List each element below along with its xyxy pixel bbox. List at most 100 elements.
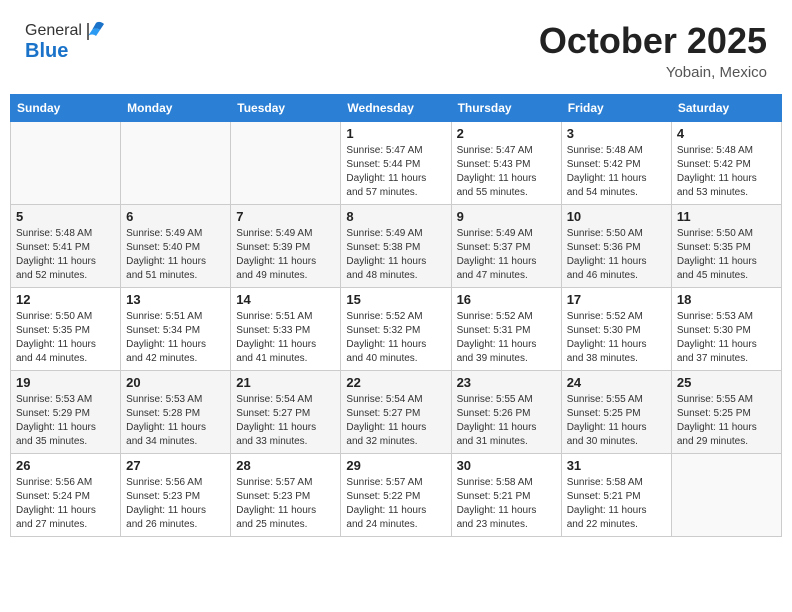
day-number: 30 [457,458,556,473]
calendar-day-cell [11,122,121,205]
calendar-day-cell: 7 Sunrise: 5:49 AM Sunset: 5:39 PM Daylig… [231,205,341,288]
calendar-week-row: 26 Sunrise: 5:56 AM Sunset: 5:24 PM Dayli… [11,454,782,537]
calendar-day-cell: 2Sunrise: 5:47 AM Sunset: 5:43 PM Daylig… [451,122,561,205]
logo-general: General [25,22,82,40]
calendar-day-cell [121,122,231,205]
month-title: October 2025 [539,20,767,62]
calendar-day-cell: 1 Sunrise: 5:47 AM Sunset: 5:44 PM Daylig… [341,122,451,205]
weekday-header: Wednesday [341,95,451,122]
location: Yobain, Mexico [539,64,767,81]
day-info: Sunrise: 5:47 AM Sunset: 5:43 PM Dayligh… [457,144,556,200]
calendar-table: SundayMondayTuesdayWednesdayThursdayFrid… [10,94,782,537]
day-number: 24 [567,375,666,390]
calendar-day-cell: 25 Sunrise: 5:55 AM Sunset: 5:25 PM Dayli… [671,371,781,454]
day-info: Sunrise: 5:50 AM Sunset: 5:36 PM Dayligh… [567,227,666,283]
calendar-day-cell: 4 Sunrise: 5:48 AM Sunset: 5:42 PM Daylig… [671,122,781,205]
day-info: Sunrise: 5:51 AM Sunset: 5:34 PM Dayligh… [126,310,225,366]
calendar-day-cell: 22Sunrise: 5:54 AM Sunset: 5:27 PM Dayli… [341,371,451,454]
calendar-day-cell: 23 Sunrise: 5:55 AM Sunset: 5:26 PM Dayli… [451,371,561,454]
calendar-day-cell: 19 Sunrise: 5:53 AM Sunset: 5:29 PM Dayli… [11,371,121,454]
day-info: Sunrise: 5:52 AM Sunset: 5:31 PM Dayligh… [457,310,556,366]
day-info: Sunrise: 5:49 AM Sunset: 5:37 PM Dayligh… [457,227,556,283]
day-number: 1 [346,126,445,141]
calendar-day-cell: 6 Sunrise: 5:49 AM Sunset: 5:40 PM Daylig… [121,205,231,288]
day-info: Sunrise: 5:48 AM Sunset: 5:42 PM Dayligh… [567,144,666,200]
calendar-day-cell: 30 Sunrise: 5:58 AM Sunset: 5:21 PM Dayli… [451,454,561,537]
day-info: Sunrise: 5:53 AM Sunset: 5:29 PM Dayligh… [16,393,115,449]
logo: General Blue [25,20,106,63]
day-number: 18 [677,292,776,307]
day-info: Sunrise: 5:51 AM Sunset: 5:33 PM Dayligh… [236,310,335,366]
calendar-day-cell: 16 Sunrise: 5:52 AM Sunset: 5:31 PM Dayli… [451,288,561,371]
weekday-header: Monday [121,95,231,122]
day-info: Sunrise: 5:53 AM Sunset: 5:30 PM Dayligh… [677,310,776,366]
day-number: 13 [126,292,225,307]
day-info: Sunrise: 5:58 AM Sunset: 5:21 PM Dayligh… [457,476,556,532]
day-number: 17 [567,292,666,307]
day-info: Sunrise: 5:55 AM Sunset: 5:25 PM Dayligh… [567,393,666,449]
day-info: Sunrise: 5:55 AM Sunset: 5:25 PM Dayligh… [677,393,776,449]
day-number: 26 [16,458,115,473]
day-number: 25 [677,375,776,390]
day-number: 7 [236,209,335,224]
day-number: 19 [16,375,115,390]
day-info: Sunrise: 5:47 AM Sunset: 5:44 PM Dayligh… [346,144,445,200]
page-header: General Blue October 2025 Yobain, Mexico [10,10,782,86]
calendar-day-cell: 14 Sunrise: 5:51 AM Sunset: 5:33 PM Dayli… [231,288,341,371]
calendar-day-cell: 5 Sunrise: 5:48 AM Sunset: 5:41 PM Daylig… [11,205,121,288]
day-info: Sunrise: 5:49 AM Sunset: 5:39 PM Dayligh… [236,227,335,283]
day-info: Sunrise: 5:55 AM Sunset: 5:26 PM Dayligh… [457,393,556,449]
day-info: Sunrise: 5:50 AM Sunset: 5:35 PM Dayligh… [16,310,115,366]
day-number: 9 [457,209,556,224]
weekday-header: Saturday [671,95,781,122]
calendar-day-cell: 13 Sunrise: 5:51 AM Sunset: 5:34 PM Dayli… [121,288,231,371]
day-info: Sunrise: 5:50 AM Sunset: 5:35 PM Dayligh… [677,227,776,283]
calendar-week-row: 19 Sunrise: 5:53 AM Sunset: 5:29 PM Dayli… [11,371,782,454]
day-info: Sunrise: 5:56 AM Sunset: 5:23 PM Dayligh… [126,476,225,532]
day-number: 29 [346,458,445,473]
weekday-header: Thursday [451,95,561,122]
calendar-day-cell: 9 Sunrise: 5:49 AM Sunset: 5:37 PM Daylig… [451,205,561,288]
calendar-day-cell: 26 Sunrise: 5:56 AM Sunset: 5:24 PM Dayli… [11,454,121,537]
day-number: 22 [346,375,445,390]
day-number: 23 [457,375,556,390]
day-number: 27 [126,458,225,473]
day-number: 8 [346,209,445,224]
day-number: 21 [236,375,335,390]
day-info: Sunrise: 5:49 AM Sunset: 5:40 PM Dayligh… [126,227,225,283]
calendar-week-row: 5 Sunrise: 5:48 AM Sunset: 5:41 PM Daylig… [11,205,782,288]
day-info: Sunrise: 5:48 AM Sunset: 5:42 PM Dayligh… [677,144,776,200]
calendar-day-cell: 3 Sunrise: 5:48 AM Sunset: 5:42 PM Daylig… [561,122,671,205]
logo-blue: Blue [25,40,106,63]
calendar-day-cell: 21Sunrise: 5:54 AM Sunset: 5:27 PM Dayli… [231,371,341,454]
day-number: 16 [457,292,556,307]
logo-icon [84,20,106,42]
day-number: 12 [16,292,115,307]
day-number: 15 [346,292,445,307]
calendar-week-row: 12 Sunrise: 5:50 AM Sunset: 5:35 PM Dayli… [11,288,782,371]
calendar-day-cell: 15Sunrise: 5:52 AM Sunset: 5:32 PM Dayli… [341,288,451,371]
day-info: Sunrise: 5:56 AM Sunset: 5:24 PM Dayligh… [16,476,115,532]
day-info: Sunrise: 5:57 AM Sunset: 5:22 PM Dayligh… [346,476,445,532]
calendar-day-cell [671,454,781,537]
day-number: 5 [16,209,115,224]
weekday-header: Friday [561,95,671,122]
day-info: Sunrise: 5:49 AM Sunset: 5:38 PM Dayligh… [346,227,445,283]
calendar-day-cell: 20 Sunrise: 5:53 AM Sunset: 5:28 PM Dayli… [121,371,231,454]
day-number: 11 [677,209,776,224]
day-number: 14 [236,292,335,307]
day-number: 6 [126,209,225,224]
day-number: 20 [126,375,225,390]
day-number: 3 [567,126,666,141]
day-number: 31 [567,458,666,473]
calendar-day-cell: 12 Sunrise: 5:50 AM Sunset: 5:35 PM Dayli… [11,288,121,371]
day-number: 28 [236,458,335,473]
calendar-day-cell: 24 Sunrise: 5:55 AM Sunset: 5:25 PM Dayli… [561,371,671,454]
day-info: Sunrise: 5:53 AM Sunset: 5:28 PM Dayligh… [126,393,225,449]
calendar-day-cell: 8 Sunrise: 5:49 AM Sunset: 5:38 PM Daylig… [341,205,451,288]
day-info: Sunrise: 5:48 AM Sunset: 5:41 PM Dayligh… [16,227,115,283]
calendar-header-row: SundayMondayTuesdayWednesdayThursdayFrid… [11,95,782,122]
day-info: Sunrise: 5:52 AM Sunset: 5:30 PM Dayligh… [567,310,666,366]
day-number: 4 [677,126,776,141]
calendar-week-row: 1 Sunrise: 5:47 AM Sunset: 5:44 PM Daylig… [11,122,782,205]
